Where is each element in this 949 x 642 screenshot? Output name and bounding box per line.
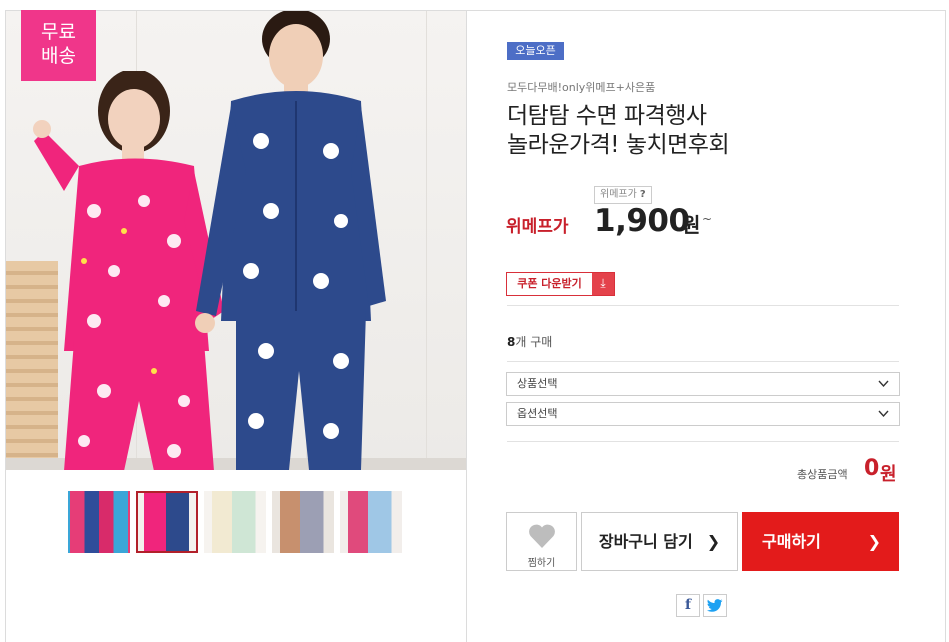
purchase-count: 8개 구매: [507, 333, 552, 350]
product-title-line2: 놀라운가격! 놓치면후회: [507, 132, 730, 158]
price-tip-label: 위메프가: [600, 189, 637, 200]
cart-label: 장바구니 담기: [598, 532, 693, 551]
model-man-image: [195, 11, 386, 470]
facebook-share-icon[interactable]: f: [676, 594, 700, 617]
thumbnail-strip: [68, 491, 402, 553]
download-icon: ⤓: [592, 273, 614, 295]
divider: [507, 441, 899, 442]
panel-divider: [466, 10, 467, 642]
price-tooltip-trigger[interactable]: 위메프가?: [594, 186, 652, 204]
free-shipping-line2: 배송: [41, 45, 76, 67]
coupon-label: 쿠폰 다운받기: [517, 277, 582, 290]
option-select-placeholder: 옵션선택: [517, 407, 558, 420]
heart-icon: [507, 523, 576, 553]
price-suffix: ~: [702, 212, 713, 226]
option-select[interactable]: 옵션선택: [506, 402, 900, 426]
thumbnail-3[interactable]: [204, 491, 266, 553]
buy-label: 구매하기: [762, 532, 821, 551]
product-title: 더탐탐 수면 파격행사 놀라운가격! 놓치면후회: [507, 102, 730, 160]
today-open-badge: 오늘오픈: [507, 42, 564, 60]
price-unit: 원: [682, 213, 701, 237]
thumbnail-5[interactable]: [340, 491, 402, 553]
chevron-down-icon: [878, 403, 889, 433]
thumbnail-2-selected[interactable]: [136, 491, 198, 553]
purchase-count-suffix: 개 구매: [515, 335, 553, 349]
product-select[interactable]: 상품선택: [506, 372, 900, 396]
wishlist-label: 찜하기: [527, 558, 556, 569]
product-select-placeholder: 상품선택: [517, 377, 558, 390]
product-subtitle: 모두다무배!only위메프+사은품: [507, 81, 656, 94]
total-price-unit: 원: [880, 464, 897, 485]
coupon-download-button[interactable]: 쿠폰 다운받기 ⤓: [506, 272, 615, 296]
buy-now-button[interactable]: 구매하기 ❯: [742, 512, 899, 571]
price-label: 위메프가: [506, 217, 569, 237]
product-title-line1: 더탐탐 수면 파격행사: [507, 103, 707, 129]
chevron-right-icon: ❯: [867, 532, 881, 551]
divider: [507, 305, 899, 306]
thumbnail-4[interactable]: [272, 491, 334, 553]
thumbnail-1[interactable]: [68, 491, 130, 553]
twitter-share-icon[interactable]: [703, 594, 727, 617]
wishlist-button[interactable]: 찜하기: [506, 512, 577, 571]
free-shipping-badge: 무료 배송: [21, 10, 96, 81]
chevron-right-icon: ❯: [706, 532, 721, 551]
total-price-value: 0: [864, 456, 880, 481]
total-price-label: 총상품금액: [797, 468, 848, 481]
question-icon: ?: [639, 189, 646, 200]
free-shipping-line1: 무료: [41, 21, 76, 43]
price-value: 1,900: [594, 203, 690, 239]
add-to-cart-button[interactable]: 장바구니 담기 ❯: [581, 512, 738, 571]
divider: [507, 361, 899, 362]
chevron-down-icon: [878, 373, 889, 403]
